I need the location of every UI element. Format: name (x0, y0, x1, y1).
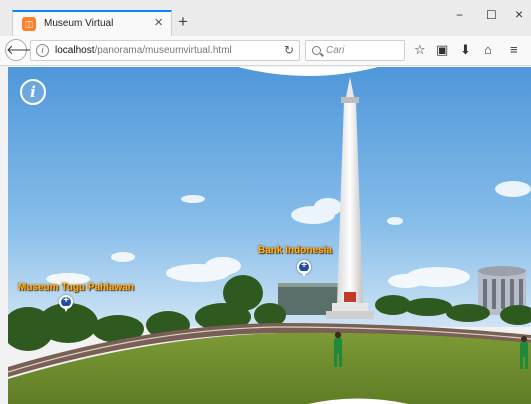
hotspot-label: Museum Tugu Pahlawan (18, 282, 134, 293)
lawn (8, 332, 531, 404)
new-tab-icon[interactable]: + (178, 13, 188, 30)
close-tab-icon[interactable]: × (154, 14, 163, 31)
panorama-viewport[interactable]: i Bank Indonesia + Museum Tugu Pahlawan … (8, 67, 531, 404)
location-pin-icon: + (297, 260, 311, 277)
tab-strip: ◫ Museum Virtual × + − ☐ × (0, 0, 531, 37)
back-arrow-icon[interactable]: 🡐 (5, 39, 41, 61)
hotspot-bank-indonesia[interactable]: Bank Indonesia + (258, 245, 348, 285)
hamburger-icon[interactable]: ≡ (510, 42, 518, 58)
favicon-icon: ◫ (22, 17, 36, 31)
tab-title: Museum Virtual (44, 18, 114, 29)
search-icon (312, 46, 321, 55)
minimize-icon[interactable]: − (456, 8, 463, 22)
reload-icon[interactable]: ↻ (284, 43, 294, 57)
url-text: localhost/panorama/museumvirtual.html (55, 45, 232, 56)
home-icon[interactable]: ⌂ (484, 42, 492, 58)
info-button[interactable]: i (20, 79, 46, 105)
download-icon[interactable]: ⬇ (460, 42, 471, 58)
clipboard-icon[interactable]: ▣ (436, 42, 448, 58)
star-icon[interactable]: ☆ (414, 42, 426, 58)
hotspot-label: Bank Indonesia (258, 245, 332, 256)
url-path: /panorama/museumvirtual.html (94, 45, 232, 56)
location-pin-icon: + (59, 295, 73, 312)
url-bar[interactable]: i localhost/panorama/museumvirtual.html … (30, 40, 300, 61)
search-bar[interactable]: Cari (305, 40, 405, 61)
close-window-icon[interactable]: × (515, 6, 523, 22)
maximize-icon[interactable]: ☐ (486, 8, 497, 22)
hotspot-museum-tugu-pahlawan[interactable]: Museum Tugu Pahlawan + (18, 282, 148, 322)
browser-window: ◫ Museum Virtual × + − ☐ × 🡐 i localhost… (0, 0, 531, 404)
tab-museum-virtual[interactable]: ◫ Museum Virtual × (12, 10, 172, 37)
info-icon[interactable]: i (36, 44, 49, 57)
search-placeholder: Cari (326, 45, 345, 56)
panorama-scene (8, 67, 531, 404)
url-host: localhost (55, 45, 95, 56)
navigation-bar: 🡐 i localhost/panorama/museumvirtual.htm… (0, 36, 531, 66)
